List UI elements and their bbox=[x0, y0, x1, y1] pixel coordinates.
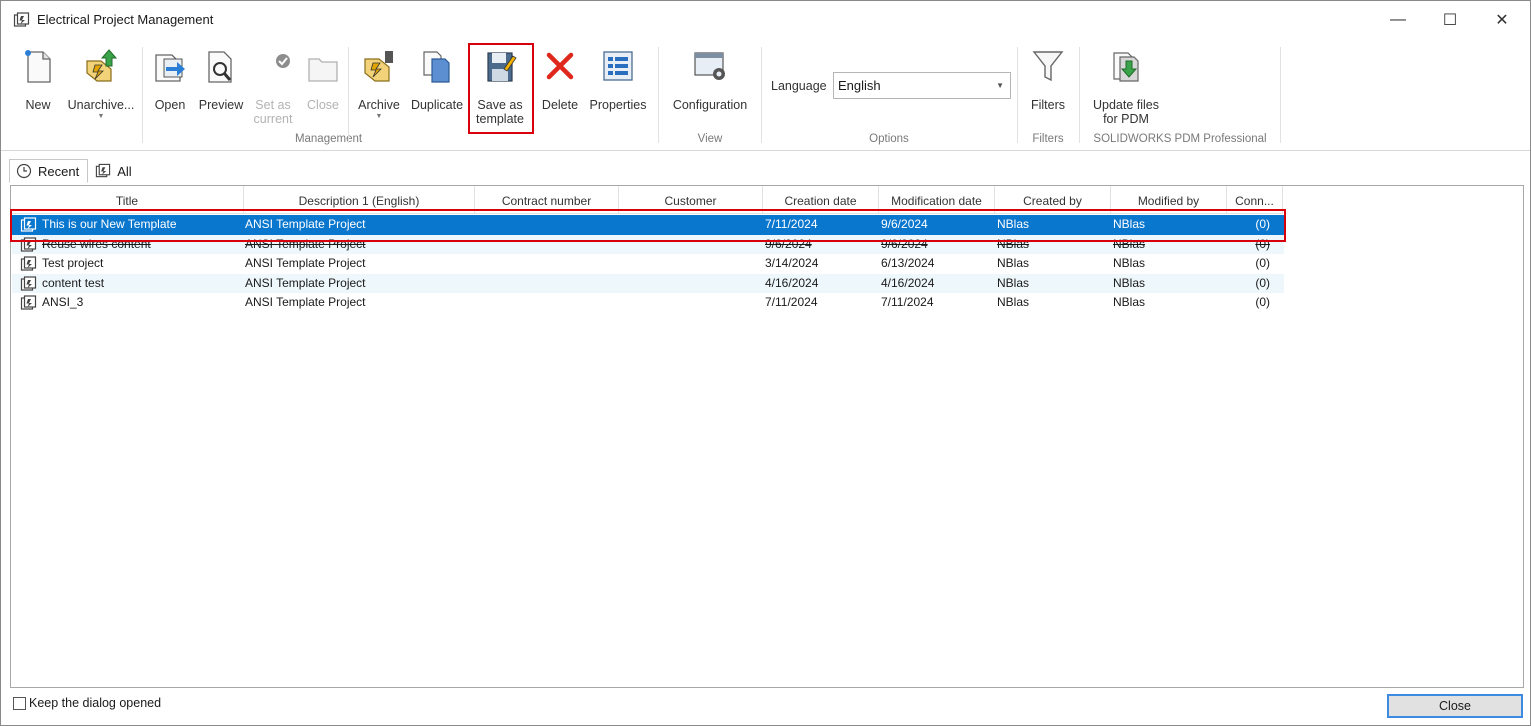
project-icon bbox=[13, 12, 30, 27]
update-files-for-pdm-button[interactable]: Update files for PDM bbox=[1084, 47, 1168, 126]
minimize-button[interactable]: — bbox=[1375, 5, 1421, 35]
cell-modified: 7/11/2024 bbox=[881, 295, 934, 310]
cell-description: ANSI Template Project bbox=[245, 256, 366, 271]
tab-recent[interactable]: Recent bbox=[9, 159, 89, 183]
maximize-button[interactable]: ☐ bbox=[1427, 5, 1473, 35]
dialog-footer: Keep the dialog opened Close bbox=[1, 691, 1530, 726]
view-group-label: View bbox=[697, 133, 723, 145]
filters-group-label: Filters bbox=[1032, 133, 1064, 145]
configuration-icon bbox=[694, 52, 725, 80]
duplicate-button[interactable]: Duplicate bbox=[406, 47, 468, 112]
cell-modified-by: NBlas bbox=[1113, 295, 1146, 310]
cell-created-by: NBlas bbox=[997, 275, 1030, 290]
pdm-group-label: SOLIDWORKS PDM Professional bbox=[1093, 133, 1267, 145]
cell-modified: 4/16/2024 bbox=[881, 275, 935, 290]
pdm-group: Update files for PDM SOLIDWORKS PDM Profe… bbox=[1080, 43, 1280, 147]
cell-created: 7/11/2024 bbox=[765, 295, 818, 310]
cell-title: content test bbox=[42, 275, 105, 290]
cell-modified-by: NBlas bbox=[1113, 256, 1146, 271]
cell-customer bbox=[620, 254, 762, 274]
folder-icon bbox=[308, 58, 338, 82]
cell-modified-by: NBlas bbox=[1113, 275, 1146, 290]
cell-customer bbox=[620, 274, 762, 294]
cell-description: ANSI Template Project bbox=[245, 275, 366, 290]
options-group-label: Options bbox=[869, 133, 909, 145]
open-button[interactable]: Open bbox=[150, 47, 190, 112]
cell-contract bbox=[476, 274, 618, 294]
project-icon bbox=[20, 276, 37, 291]
cell-conn: (0) bbox=[1255, 295, 1270, 310]
selected-row-highlight bbox=[10, 209, 1286, 242]
properties-button[interactable]: Properties bbox=[585, 47, 651, 112]
archive-dropdown-arrow[interactable]: ▼ bbox=[353, 113, 405, 120]
ribbon-divider bbox=[1280, 47, 1281, 143]
project-icon bbox=[96, 163, 111, 178]
filters-group: Filters Filters bbox=[1018, 43, 1078, 147]
cell-conn: (0) bbox=[1255, 275, 1270, 290]
cell-created-by: NBlas bbox=[997, 295, 1030, 310]
keep-dialog-opened-label[interactable]: Keep the dialog opened bbox=[29, 696, 161, 710]
duplicate-icon bbox=[423, 51, 450, 83]
project-icon bbox=[20, 256, 37, 271]
cell-title: ANSI_3 bbox=[42, 295, 84, 310]
close-project-button[interactable]: Close bbox=[303, 47, 343, 112]
preview-button[interactable]: Preview bbox=[196, 47, 246, 112]
clock-icon bbox=[16, 163, 32, 179]
new-document-icon bbox=[25, 50, 51, 83]
cell-created: 3/14/2024 bbox=[765, 256, 819, 271]
table-row[interactable]: content test ANSI Template Project 4/16/20… bbox=[12, 273, 1284, 294]
management-group-label: Management bbox=[294, 133, 363, 145]
ribbon-toolbar: New Unarchive... ▼ Open Preview Set as c… bbox=[1, 39, 1530, 151]
cell-title: Test project bbox=[42, 256, 104, 271]
save-as-template-highlight bbox=[468, 43, 534, 134]
unarchive-button[interactable]: Unarchive... ▼ bbox=[63, 47, 139, 120]
language-label: Language bbox=[771, 79, 827, 93]
cell-customer bbox=[620, 293, 762, 313]
unarchive-dropdown-arrow[interactable]: ▼ bbox=[63, 113, 139, 120]
preview-icon bbox=[208, 51, 232, 83]
chevron-down-icon: ▼ bbox=[996, 81, 1004, 90]
filter-icon bbox=[1032, 51, 1064, 82]
check-icon bbox=[276, 54, 290, 68]
keep-dialog-opened-checkbox[interactable] bbox=[13, 697, 26, 710]
cell-created: 4/16/2024 bbox=[765, 275, 819, 290]
cell-contract bbox=[476, 254, 618, 274]
electrical-project-management-window: Electrical Project Management — ☐ ✕ New bbox=[0, 0, 1531, 726]
cell-created-by: NBlas bbox=[997, 256, 1030, 271]
filters-button[interactable]: Filters bbox=[1026, 47, 1070, 112]
ribbon-divider bbox=[142, 47, 143, 143]
cell-conn: (0) bbox=[1255, 256, 1270, 271]
management-group: New Unarchive... ▼ Open Preview Set as c… bbox=[1, 43, 656, 147]
set-as-current-button[interactable]: Set as current bbox=[252, 47, 294, 126]
project-icon bbox=[20, 295, 37, 310]
open-icon bbox=[155, 54, 185, 82]
table-row[interactable]: ANSI_3 ANSI Template Project 7/11/2024 7/11… bbox=[12, 293, 1284, 313]
configuration-button[interactable]: Configuration bbox=[665, 47, 755, 112]
table-row[interactable]: Test project ANSI Template Project 3/14/20… bbox=[12, 254, 1284, 274]
cell-description: ANSI Template Project bbox=[245, 295, 366, 310]
window-title: Electrical Project Management bbox=[37, 12, 214, 27]
projects-table: Title Description 1 (English) Contract n… bbox=[10, 185, 1524, 688]
close-button[interactable]: Close bbox=[1387, 694, 1523, 718]
title-bar: Electrical Project Management — ☐ ✕ bbox=[1, 1, 1530, 39]
language-select[interactable]: English ▼ bbox=[833, 72, 1011, 99]
archive-icon bbox=[364, 51, 393, 82]
tab-all[interactable]: All bbox=[88, 159, 140, 183]
cell-modified: 6/13/2024 bbox=[881, 256, 935, 271]
window-close-button[interactable]: ✕ bbox=[1479, 5, 1525, 35]
delete-icon bbox=[546, 52, 574, 80]
project-tabs: Recent All bbox=[9, 159, 141, 183]
ribbon-divider bbox=[348, 47, 349, 143]
archive-button[interactable]: Archive ▼ bbox=[353, 47, 405, 120]
properties-icon bbox=[603, 51, 633, 81]
update-files-icon bbox=[1113, 52, 1139, 82]
delete-button[interactable]: Delete bbox=[539, 47, 581, 112]
unarchive-icon bbox=[86, 49, 118, 82]
view-group: Configuration View bbox=[659, 43, 761, 147]
cell-contract bbox=[476, 293, 618, 313]
new-button[interactable]: New bbox=[17, 47, 59, 112]
